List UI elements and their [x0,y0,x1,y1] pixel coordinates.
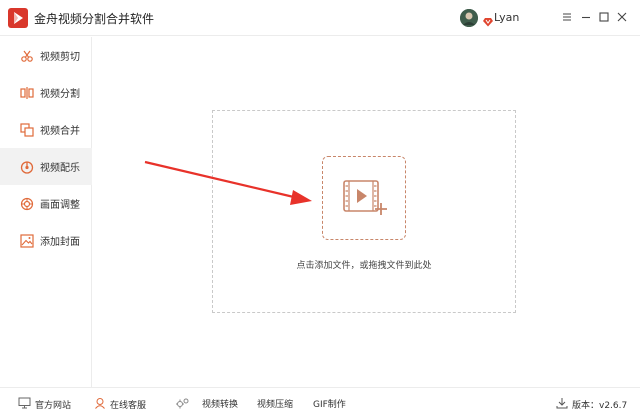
add-video-icon [343,180,387,215]
sidebar-item-label: 添加封面 [40,237,80,248]
drop-hint-text: 点击添加文件，或拖拽文件到此处 [296,261,432,271]
gif-maker-link[interactable]: GIF制作 [313,397,346,411]
tools-icon-button[interactable] [176,397,194,411]
version-label: 版本：v2.6.7 [572,401,628,411]
username[interactable]: Lyan [494,11,519,24]
avatar[interactable] [460,9,478,27]
footer-label: 官方网站 [35,401,72,411]
video-compress-link[interactable]: 视频压缩 [257,397,293,411]
maximize-icon[interactable] [597,10,611,24]
app-title: 金舟视频分割合并软件 [34,12,155,26]
footer-bar: 官方网站 在线客服 视频转换 视频压缩 GIF制作 版本：v2.6.7 [0,387,640,419]
music-disc-icon [20,159,34,174]
merge-icon [20,122,34,137]
sidebar-item-video-cut[interactable]: 视频剪切 [0,37,92,74]
diamond-icon [483,12,493,31]
online-support-link[interactable]: 在线客服 [94,397,146,411]
customer-service-icon [94,397,106,412]
add-file-button[interactable] [322,156,406,240]
sidebar-item-picture-adjust[interactable]: 画面调整 [0,185,92,222]
video-convert-link[interactable]: 视频转换 [202,397,238,411]
sidebar-item-video-split[interactable]: 视频分割 [0,74,92,111]
download-icon [556,397,568,412]
footer-label: GIF制作 [313,400,346,410]
sidebar: 视频剪切 视频分割 视频合并 视频配乐 画面调整 添加封面 [0,37,92,387]
monitor-icon [18,397,31,412]
sidebar-item-label: 视频分割 [40,89,80,100]
tools-icon [176,397,190,412]
minimize-icon[interactable] [579,10,593,24]
image-icon [20,233,34,248]
sidebar-item-label: 视频合并 [40,126,80,137]
app-logo-icon [8,8,28,28]
menu-icon[interactable] [560,10,574,24]
sidebar-item-label: 视频配乐 [40,163,80,174]
adjust-icon [20,196,34,211]
title-bar: 金舟视频分割合并软件 Lyan [0,0,640,36]
sidebar-item-video-merge[interactable]: 视频合并 [0,111,92,148]
sidebar-item-add-cover[interactable]: 添加封面 [0,222,92,259]
close-icon[interactable] [615,10,629,24]
footer-label: 在线客服 [110,401,147,411]
split-icon [20,85,34,99]
version-info[interactable]: 版本：v2.6.7 [556,397,627,411]
sidebar-item-label: 画面调整 [40,200,80,211]
sidebar-item-video-music[interactable]: 视频配乐 [0,148,92,185]
footer-label: 视频转换 [202,400,239,410]
official-website-link[interactable]: 官方网站 [18,397,71,411]
scissors-icon [20,48,34,62]
sidebar-item-label: 视频剪切 [40,52,80,63]
footer-label: 视频压缩 [257,400,294,410]
